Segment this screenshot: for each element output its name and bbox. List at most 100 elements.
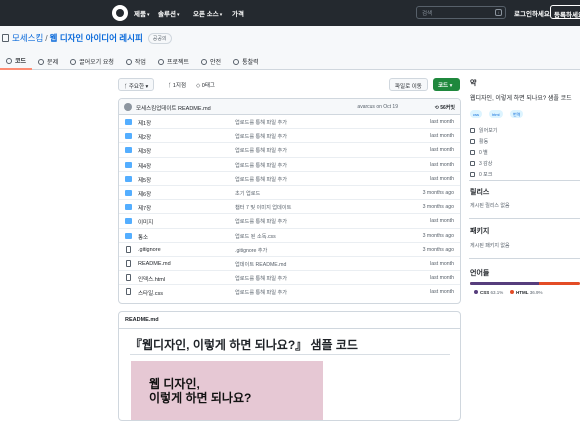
tab-security[interactable]: 안전 — [195, 53, 227, 70]
commit-age: last month — [430, 133, 454, 140]
commit-message-link[interactable]: 업로드를 통해 파일 추가 — [235, 147, 287, 154]
pull-request-icon — [70, 58, 77, 65]
file-name-link[interactable]: 제5장 — [138, 176, 151, 184]
table-row[interactable]: 제1장 업로드를 통해 파일 추가 last month — [119, 115, 460, 130]
shield-icon — [201, 58, 208, 65]
commit-age: 3 months ago — [422, 204, 454, 211]
table-row[interactable]: .gitignore .gitignore 추가 3 months ago — [119, 243, 460, 257]
file-name-link[interactable]: 스타일.css — [138, 289, 163, 297]
commit-message-link[interactable]: 업로드를 통해 파일 추가 — [235, 133, 287, 140]
file-name-link[interactable]: .gitignore — [138, 247, 161, 253]
table-row[interactable]: 제7장 챕터 7 및 이미지 업데이트 3 months ago — [119, 200, 460, 215]
commit-message-link[interactable]: .gitignore 추가 — [235, 247, 267, 254]
packages-heading[interactable]: 패키지 — [470, 226, 489, 236]
file-name-link[interactable]: README.md — [138, 261, 171, 267]
file-icon — [126, 274, 131, 282]
code-icon — [6, 57, 12, 64]
commit-message-link[interactable]: 업데이트 README.md — [235, 261, 286, 268]
file-name-link[interactable]: 제4장 — [138, 162, 151, 170]
folder-icon — [125, 175, 132, 182]
divider — [469, 180, 580, 181]
table-row[interactable]: 인덱스.html 업로드를 통해 파일 추가 last month — [119, 271, 460, 286]
topic-tag[interactable]: 번역 — [510, 110, 524, 118]
language-html[interactable]: HTML 36.9% — [510, 290, 543, 295]
stars-link[interactable]: 0 별 — [470, 149, 488, 156]
activity-link[interactable]: 활동 — [470, 138, 488, 145]
commit-message-link[interactable]: 업로드를 통해 파일 추가 — [235, 176, 287, 183]
commit-message-link[interactable]: 업로드를 통해 파일 추가 — [235, 289, 287, 296]
file-name-link[interactable]: 제6장 — [138, 190, 151, 198]
nav-product[interactable]: 제품▾ — [134, 8, 149, 18]
tab-code[interactable]: 코드 — [0, 53, 33, 70]
file-icon — [126, 259, 131, 267]
table-row[interactable]: README.md 업데이트 README.md last month — [119, 257, 460, 272]
branches-link[interactable]: ᚴ 1지점 — [168, 81, 186, 89]
folder-icon — [125, 119, 132, 125]
repo-name-link[interactable]: 웹 디자인 아이디어 레시피 — [50, 33, 143, 43]
commit-message-link[interactable]: 업로드를 통해 파일 추가 — [235, 119, 287, 126]
go-to-file-button[interactable]: 파일로 이동 — [389, 78, 428, 91]
avatar[interactable] — [124, 103, 132, 111]
file-name-link[interactable]: 이미지 — [138, 218, 153, 226]
tab-pull-requests[interactable]: 끌어오기 요청 — [64, 53, 120, 70]
file-icon — [126, 245, 131, 253]
commit-age: last month — [430, 175, 454, 182]
topic-tag[interactable]: html — [489, 110, 503, 118]
nav-pricing[interactable]: 가격 — [232, 8, 244, 18]
repo-owner-link[interactable]: 모세스킴 — [12, 33, 43, 43]
table-row[interactable]: 이미지 업로드를 통해 파일 추가 last month — [119, 214, 460, 229]
latest-commit-bar: 모세스킴업데이트 README.md avarcus on Oct 19 ⟲ 5… — [119, 99, 460, 115]
search-input[interactable]: 검색 / — [416, 6, 506, 19]
watchers-link[interactable]: 3 감상 — [470, 160, 492, 167]
global-header: 제품▾ 솔루션▾ 오픈 소스▾ 가격 검색 / 로그인하세요 등록하세요 — [0, 0, 580, 26]
file-name-link[interactable]: 인덱스.html — [138, 275, 165, 283]
tab-actions[interactable]: 작업 — [120, 53, 152, 70]
file-name-link[interactable]: 제3장 — [138, 147, 151, 155]
commit-message-link[interactable]: 업로드 된 소독.css — [235, 233, 276, 240]
table-row[interactable]: 스타일.css 업로드를 통해 파일 추가 last month — [119, 285, 460, 299]
github-logo-icon[interactable] — [112, 5, 128, 21]
breadcrumb: 모세스킴 / 웹 디자인 아이디어 레시피 공공의 — [2, 32, 172, 44]
nav-open-source[interactable]: 오픈 소스▾ — [193, 8, 222, 18]
topic-tag[interactable]: css — [470, 110, 482, 118]
readme-link[interactable]: 읽어보기 — [470, 127, 497, 134]
language-css[interactable]: CSS 63.1% — [474, 290, 503, 295]
code-button[interactable]: 코드 ▾ — [433, 78, 460, 91]
releases-heading[interactable]: 릴리스 — [470, 187, 489, 197]
commit-message-link[interactable]: 업로드를 통해 파일 추가 — [235, 218, 287, 225]
table-row[interactable]: 통소 업로드 된 소독.css 3 months ago — [119, 229, 460, 243]
tab-projects[interactable]: 프로젝트 — [152, 53, 195, 70]
divider — [130, 354, 450, 355]
folder-icon — [125, 133, 132, 140]
table-row[interactable]: 제5장 업로드를 통해 파일 추가 last month — [119, 172, 460, 186]
commit-message-link[interactable]: 업로드를 통해 파일 추가 — [235, 275, 287, 282]
tab-insights[interactable]: 통찰력 — [227, 53, 265, 70]
sign-in-link[interactable]: 로그인하세요 — [514, 8, 550, 18]
commit-message-link[interactable]: 챕터 7 및 이미지 업데이트 — [235, 204, 291, 211]
branch-select-button[interactable]: ᚴ 주요한 ▾ — [118, 78, 155, 91]
commit-message-link[interactable]: 업로드를 통해 파일 추가 — [235, 162, 287, 169]
file-name-link[interactable]: 통소 — [138, 233, 148, 241]
sign-up-button[interactable]: 등록하세요 — [550, 5, 580, 19]
file-icon — [126, 288, 131, 296]
commit-meta[interactable]: avarcus on Oct 19 — [357, 104, 398, 110]
file-name-link[interactable]: 제1장 — [138, 119, 151, 127]
commit-age: last month — [430, 161, 454, 168]
file-name-link[interactable]: 제2장 — [138, 133, 151, 141]
table-row[interactable]: 제6장 초기 업로드 3 months ago — [119, 186, 460, 201]
forks-link[interactable]: 0 포크 — [470, 171, 492, 178]
tags-link[interactable]: ◇ 0태그 — [196, 81, 215, 89]
file-name-link[interactable]: 제7장 — [138, 204, 151, 212]
commit-message[interactable]: 모세스킴업데이트 README.md — [136, 104, 211, 112]
table-row[interactable]: 제4장 업로드를 통해 파일 추가 last month — [119, 158, 460, 172]
table-row[interactable]: 제2장 업로드를 통해 파일 추가 last month — [119, 129, 460, 144]
divider — [469, 218, 580, 219]
commit-count-link[interactable]: ⟲ 56커밋 — [435, 104, 455, 111]
language-bar-css-segment — [470, 282, 540, 285]
packages-empty-text: 게시된 패키지 없음 — [470, 243, 510, 249]
commit-message-link[interactable]: 초기 업로드 — [235, 190, 260, 197]
nav-solutions[interactable]: 솔루션▾ — [158, 8, 179, 18]
tab-issues[interactable]: 문제 — [32, 53, 64, 70]
table-row[interactable]: 제3장 업로드를 통해 파일 추가 last month — [119, 143, 460, 158]
html-color-dot-icon — [510, 290, 514, 294]
